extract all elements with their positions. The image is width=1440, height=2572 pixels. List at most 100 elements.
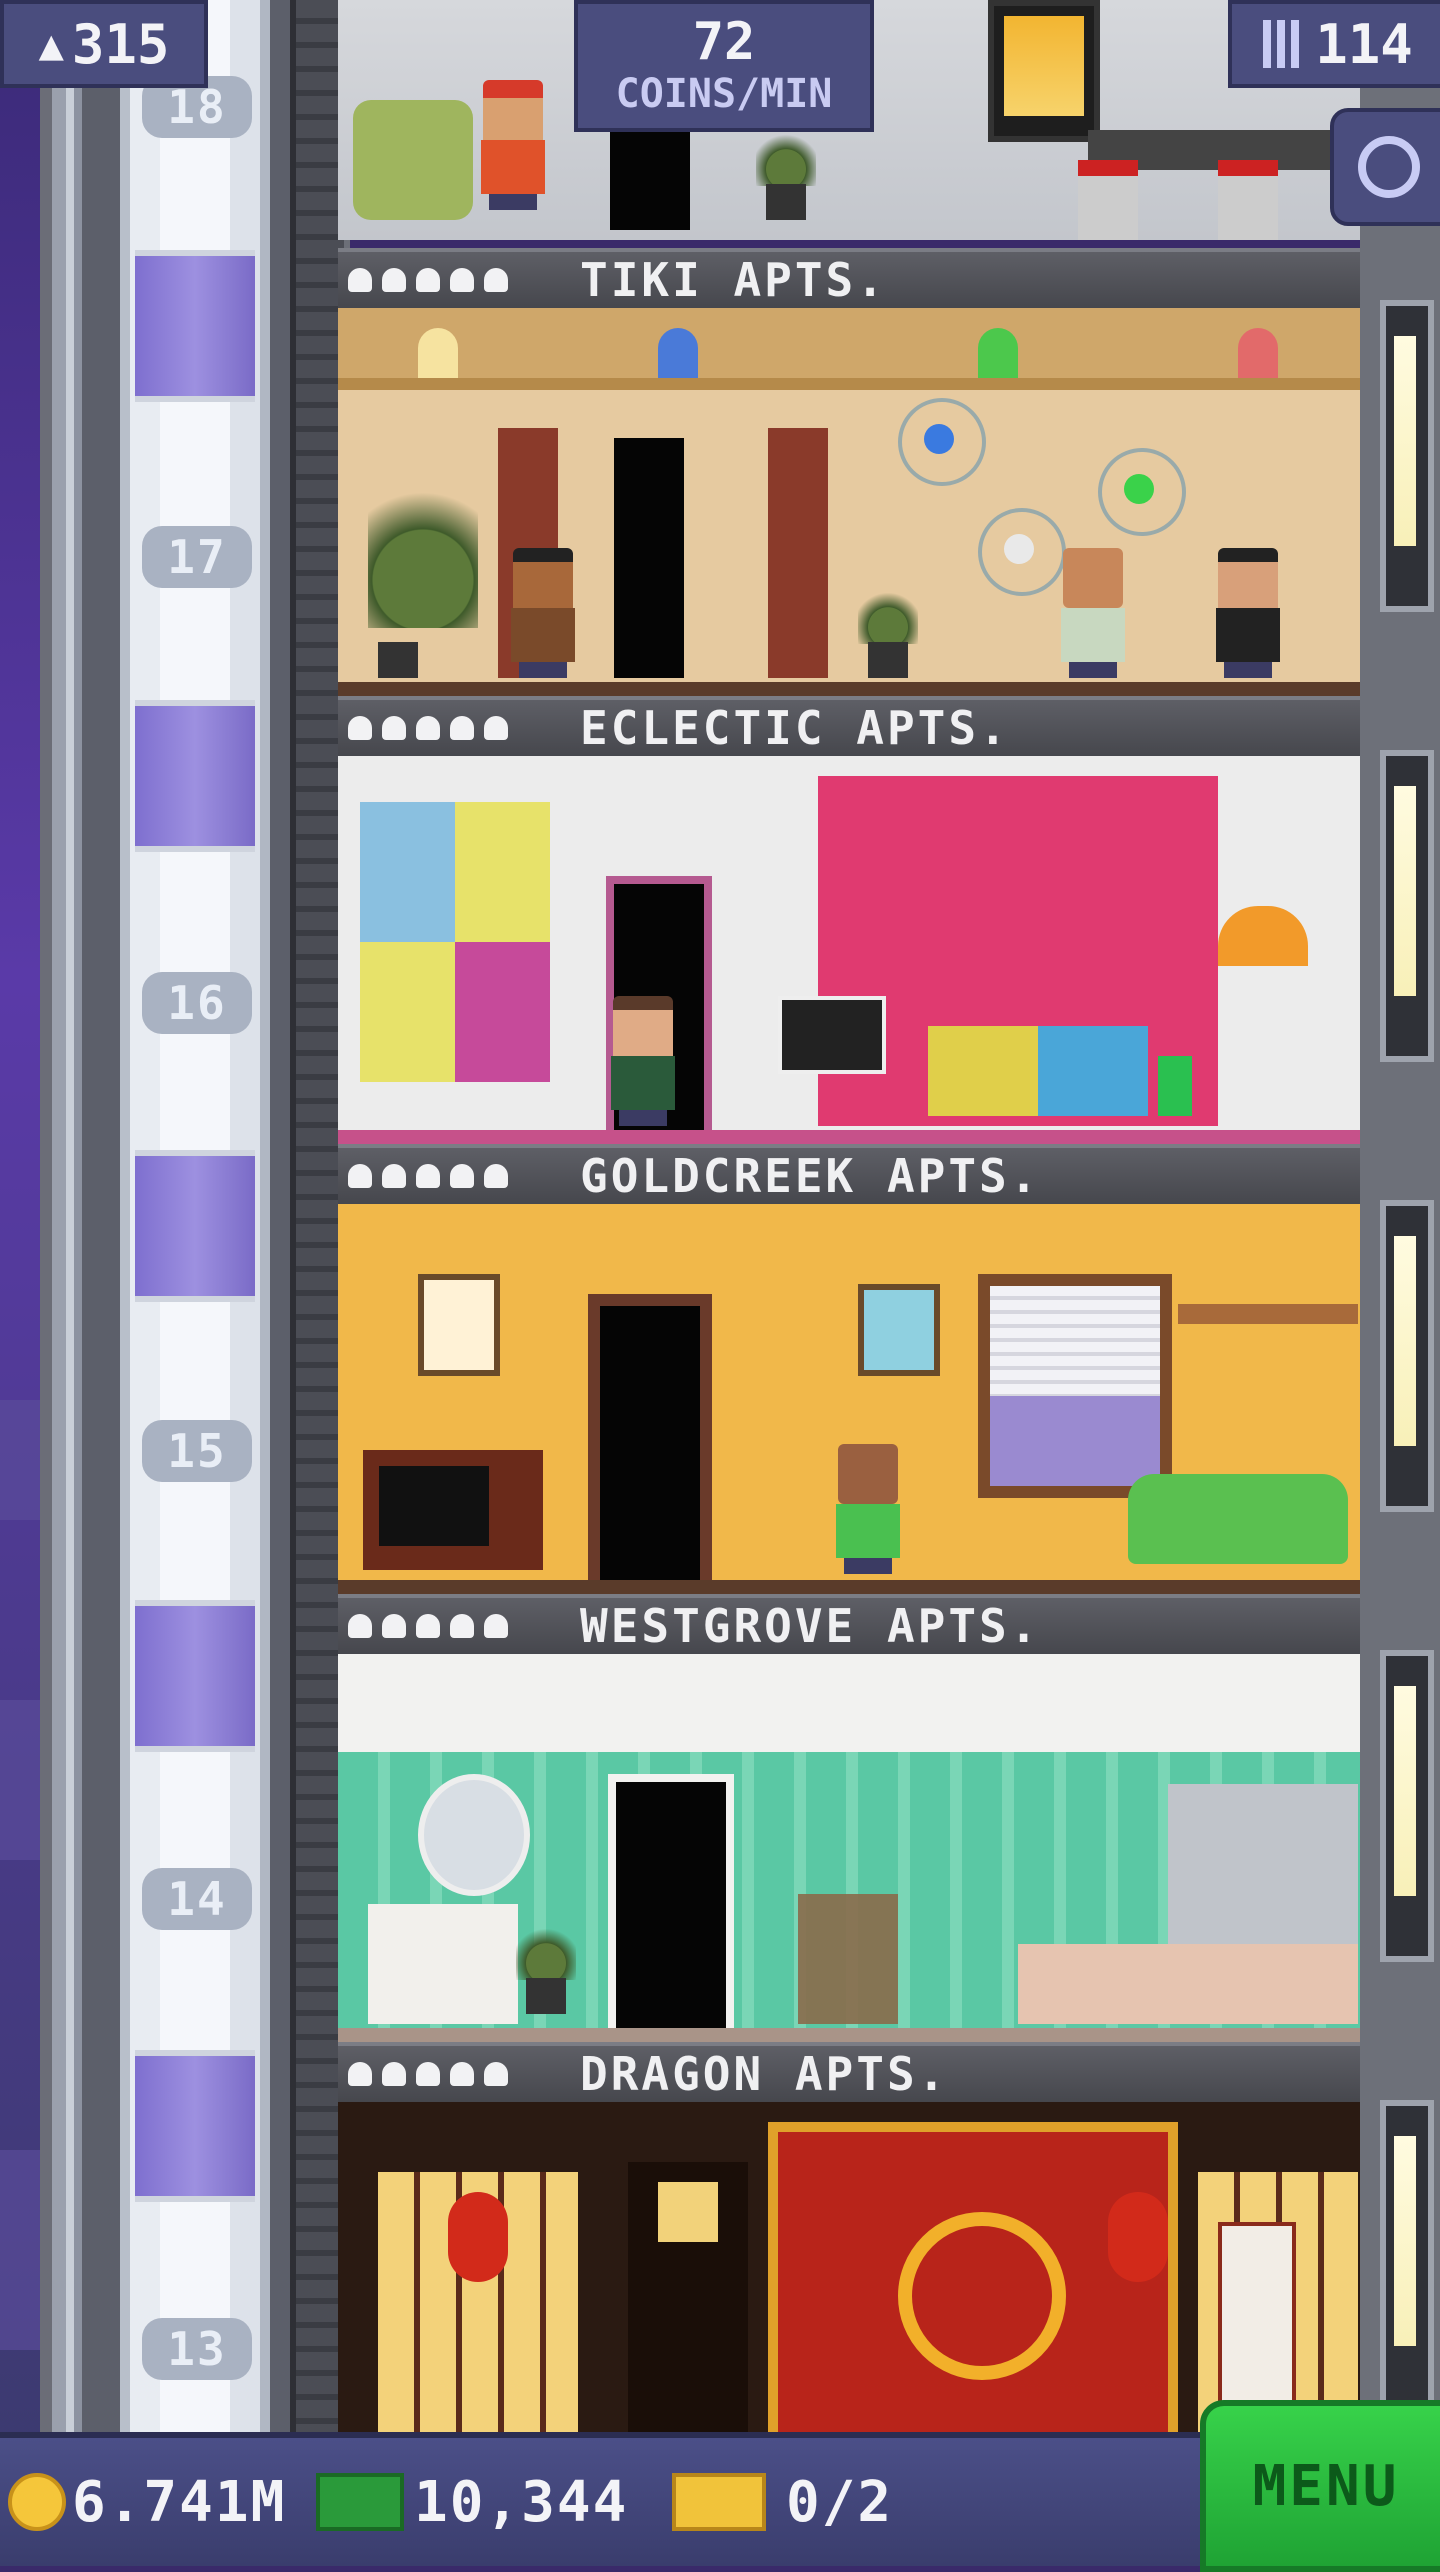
floor-name: ECLECTIC APTS. [580,701,1010,755]
round-mirror [418,1774,530,1896]
green-armchair [353,100,473,220]
rating-stars [338,2062,568,2086]
framed-picture [858,1284,940,1376]
floor-name: DRAGON APTS. [580,2047,949,2101]
coins-rate-value: 72 [692,12,756,72]
vanity-table [368,1904,518,2024]
rating-stars [338,716,568,740]
floor-number-label: 13 [142,2318,252,2380]
tickets-balance[interactable]: 0/2 [672,2438,893,2566]
abstract-painting [360,802,550,1082]
window [1380,2100,1434,2412]
tickets-value: 0/2 [786,2469,894,2535]
person-icon: ▲ [38,19,64,69]
bux-balance[interactable]: 10,344 [316,2438,628,2566]
framed-portrait [418,1274,500,1376]
coins-rate-label: COINS/MIN [615,71,833,117]
floor-number-label: 15 [142,1420,252,1482]
red-lantern [1108,2192,1168,2282]
window-with-blinds [978,1274,1172,1498]
floor-name: GOLDCREEK APTS. [580,1149,1041,1203]
floor-number-label: 16 [142,972,252,1034]
resident[interactable] [1208,548,1288,678]
building-edge [1360,0,1440,2450]
ceiling [338,1654,1360,1752]
resident[interactable] [603,996,683,1126]
elevator-car [135,700,255,852]
ceiling-lamp [418,328,458,378]
bar-stool [1218,160,1278,240]
green-couch [1128,1474,1348,1564]
bird-in-hoop [1098,448,1186,536]
floor-banner-goldcreek[interactable]: GOLDCREEK APTS. [338,1144,1360,1208]
resident[interactable] [503,548,583,678]
floor-number-label: 17 [142,526,252,588]
framed-picture [988,0,1100,142]
floor-name: TIKI APTS. [580,253,887,307]
tower-bux-icon [316,2473,404,2531]
sofa [928,1026,1148,1116]
apartment-door[interactable] [614,438,684,678]
menu-button[interactable]: MENU [1200,2400,1440,2572]
floor-lamp [1218,906,1308,966]
coins-per-minute-panel: 72 COINS/MIN [574,0,874,132]
floor-dragon-room[interactable] [338,2102,1360,2432]
window [1380,300,1434,612]
kitchen-counter [1018,1944,1358,2024]
green-vase [1158,1056,1192,1116]
hallway [628,2162,748,2432]
elevator-car [135,2050,255,2202]
apartment-door[interactable] [610,120,690,230]
apartment-door[interactable] [588,1294,712,1594]
population-value: 315 [71,12,170,76]
floor-banner-tiki[interactable]: TIKI APTS. [338,248,1360,312]
rating-stars [338,268,568,292]
window [1380,1200,1434,1512]
floor-banner-eclectic[interactable]: ECLECTIC APTS. [338,696,1360,760]
tiki-statue [768,428,828,678]
tv-set [778,996,886,1074]
bird-in-hoop [898,398,986,486]
elevator-shaft[interactable] [120,0,270,2450]
dragon-tapestry [768,2122,1178,2432]
ceiling-lamp [1238,328,1278,378]
floor-number-label: 14 [142,1868,252,1930]
resident[interactable] [828,1444,908,1574]
resident[interactable] [1053,548,1133,678]
potted-plant [858,588,918,678]
floor-eclectic-room[interactable] [338,756,1360,1144]
potted-plant [516,1924,576,2014]
search-button[interactable] [1330,108,1440,226]
resident[interactable] [473,80,553,210]
bookshelf [1178,1304,1358,1324]
floor-banner-westgrove[interactable]: WESTGROVE APTS. [338,1594,1360,1658]
apartment-door[interactable] [608,1774,734,2040]
bar-stool [1078,160,1138,240]
rating-stars [338,1614,568,1638]
floor-tiki-room[interactable] [338,308,1360,696]
bamboo-plant [368,468,478,678]
ticket-icon [672,2473,766,2531]
floor-westgrove-room[interactable] [338,1654,1360,2042]
retro-tv [363,1450,543,1570]
ceiling-lamp [978,328,1018,378]
floor-goldcreek-room[interactable] [338,1204,1360,1594]
floors-counter[interactable]: 114 [1228,0,1440,88]
floor-name: WESTGROVE APTS. [580,1599,1041,1653]
calligraphy-scroll [1218,2222,1296,2410]
coin-icon [8,2473,66,2531]
coins-value: 6.741M [72,2469,287,2535]
coins-balance[interactable]: 6.741M [8,2438,286,2566]
floors-count-value: 114 [1315,12,1413,76]
elevator-car [135,1600,255,1752]
elevator-car [135,1150,255,1302]
refrigerator [1168,1784,1358,1944]
population-counter[interactable]: ▲ 315 [0,0,208,88]
magnifier-icon [1358,136,1420,198]
window [1380,1650,1434,1962]
bistro-table [798,1894,898,2024]
elevator-car [135,250,255,402]
bux-value: 10,344 [414,2469,629,2535]
floor-banner-dragon[interactable]: DRAGON APTS. [338,2042,1360,2106]
rating-stars [338,1164,568,1188]
